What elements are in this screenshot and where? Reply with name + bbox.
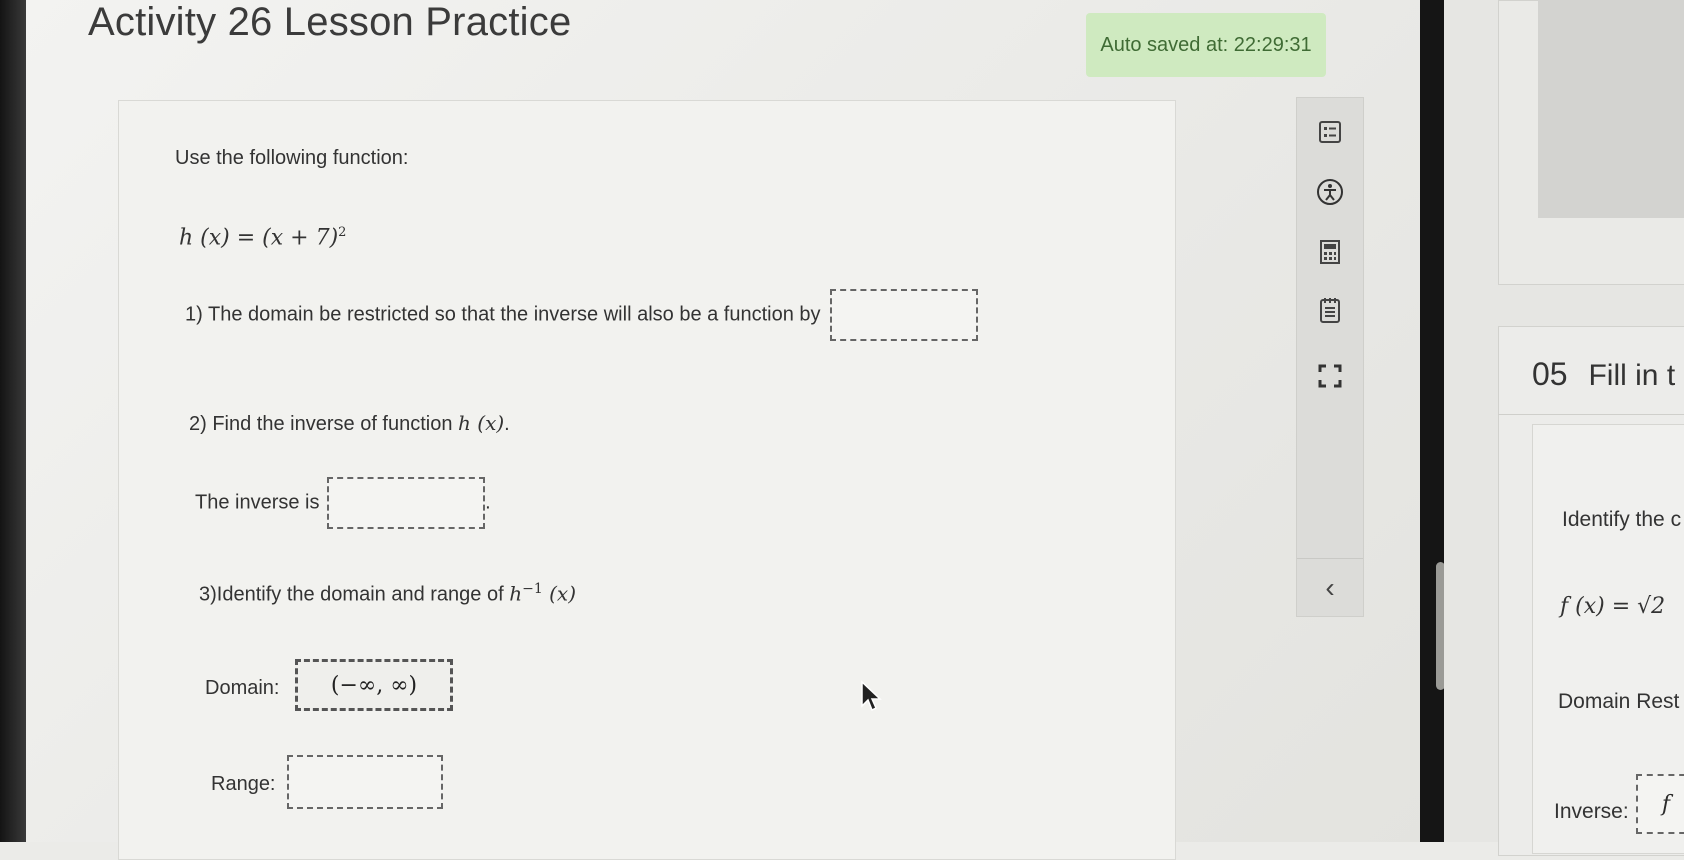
list-icon[interactable] [1314,116,1346,148]
question-1: 1) The domain be restricted so that the … [185,289,979,341]
range-label: Range: [211,773,276,795]
accessibility-icon[interactable] [1314,176,1346,208]
question-number: 05 Fill in t [1532,356,1675,393]
question-1-text: 1) The domain be restricted so that the … [185,303,821,326]
domain-restriction-input[interactable] [830,289,979,341]
previous-question-placeholder [1538,0,1684,218]
question-2-period: . [504,413,510,435]
inverse-label: The inverse is [195,491,320,514]
range-input[interactable] [287,755,443,809]
window-divider [1420,0,1444,842]
identify-text: Identify the c [1562,508,1682,531]
question-card: Use the following function: h (x) = (x +… [118,100,1176,860]
inverse-input[interactable] [327,477,486,529]
next-question-pane: 05 Fill in t Identify the c f (x) = √2 D… [1444,0,1684,856]
main-page: Activity 26 Lesson Practice Auto saved a… [26,0,1438,860]
screen-bezel-left [0,0,26,842]
question-3: 3)Identify the domain and range of h−1 (… [199,581,576,607]
tool-sidebar: ‹ [1296,97,1364,617]
function-lhs: h (x) = (x + 7) [179,225,339,251]
question-3-math-arg: (x) [542,581,576,606]
question-3-math-sup: −1 [522,581,543,597]
calculator-icon[interactable] [1314,236,1346,268]
inverse-input-next[interactable]: f [1636,774,1684,834]
question-2-text: 2) Find the inverse of function [189,413,459,435]
function-exponent: 2 [338,225,347,240]
inverse-label-next: Inverse: [1554,800,1629,823]
page-title: Activity 26 Lesson Practice [88,0,572,44]
question-2: 2) Find the inverse of function h (x). [189,411,510,436]
notepad-icon[interactable] [1314,294,1346,326]
next-function: f (x) = √2 [1560,594,1666,619]
card-divider [1498,414,1684,415]
inverse-row: The inverse is . [195,477,491,529]
function-expression: h (x) = (x + 7)2 [179,225,346,250]
question-3-math-h: h [509,581,523,606]
question-number-text: 05 [1532,356,1568,392]
question-3-text: 3)Identify the domain and range of [199,583,510,606]
question-2-math: h (x) [458,411,505,435]
question-title: Fill in t [1588,359,1676,392]
mouse-cursor-icon [861,680,882,712]
domain-restriction-label: Domain Rest [1558,690,1680,713]
domain-input[interactable]: (−∞, ∞) [295,659,453,711]
inverse-period: . [485,491,491,514]
fullscreen-icon[interactable] [1314,360,1346,392]
autosave-status: Auto saved at: 22:29:31 [1086,13,1326,77]
domain-label: Domain: [205,677,280,699]
collapse-sidebar-button[interactable]: ‹ [1297,558,1363,617]
intro-text: Use the following function: [175,147,409,169]
